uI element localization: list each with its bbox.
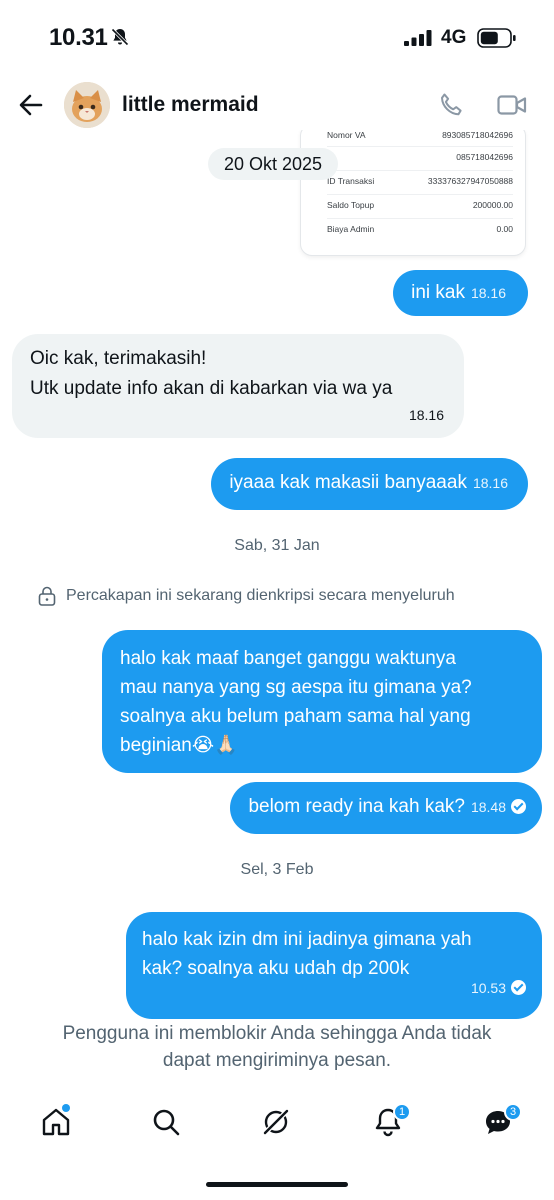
messages-badge: 3 <box>504 1103 522 1121</box>
message-text: halo kak maaf banget ganggu waktunya <box>120 648 456 669</box>
message-time: 10.53 <box>470 980 506 996</box>
phone-icon[interactable] <box>438 92 464 118</box>
read-receipt-icon <box>511 980 526 995</box>
conversation-title[interactable]: little mermaid <box>122 93 259 117</box>
day-separator: Sel, 3 Feb <box>240 861 314 878</box>
status-bar: 10.31 4G <box>0 0 554 72</box>
shared-receipt-image[interactable]: Nomor VA 893085718042696 085718042696 ID … <box>300 130 526 256</box>
video-camera-icon[interactable] <box>497 94 527 116</box>
message-time: 18.48 <box>470 799 506 815</box>
incoming-message[interactable]: Oic kak, terimakasih! Utk update info ak… <box>12 334 464 438</box>
day-separator: Sab, 31 Jan <box>234 537 320 554</box>
receipt-value: 085718042696 <box>456 152 513 162</box>
receipt-value: 200000.00 <box>472 200 513 210</box>
outgoing-message[interactable]: ini kak 18.16 <box>393 270 528 316</box>
message-text: soalnya aku belum paham sama hal yang <box>120 706 471 727</box>
message-text: belom ready ina kah kak? <box>248 796 465 817</box>
avatar[interactable] <box>64 82 110 128</box>
bottom-navigation: 1 3 <box>0 1094 554 1158</box>
message-text: Utk update info akan di kabarkan via wa … <box>30 378 393 399</box>
receipt-label: Biaya Admin <box>327 224 375 234</box>
message-text: beginian😭🙏🏻 <box>120 735 238 756</box>
encryption-notice: Percakapan ini sekarang dienkripsi secar… <box>38 586 455 606</box>
date-chip: 20 Okt 2025 <box>208 148 338 180</box>
encryption-text: Percakapan ini sekarang dienkripsi secar… <box>66 587 455 604</box>
receipt-label: Nomor VA <box>327 130 366 140</box>
outgoing-message[interactable]: belom ready ina kah kak? 18.48 <box>230 782 542 834</box>
network-type: 4G <box>441 27 467 48</box>
message-text: Oic kak, terimakasih! <box>30 348 207 369</box>
status-time: 10.31 <box>49 24 108 51</box>
message-text: mau nanya yang sg aespa itu gimana ya? <box>120 677 472 698</box>
bell-muted-icon <box>111 28 129 46</box>
message-time: 18.16 <box>472 475 508 491</box>
lock-icon <box>38 586 56 606</box>
search-icon[interactable] <box>150 1106 182 1138</box>
receipt-label: ID Transaksi <box>327 176 375 186</box>
home-indicator[interactable] <box>206 1182 348 1187</box>
message-meta: 10.53 <box>465 973 526 1003</box>
message-time: 18.16 <box>470 285 506 301</box>
receipt-value: 333376327947050888 <box>427 176 513 186</box>
read-receipt-icon <box>511 799 526 814</box>
message-time: 18.16 <box>408 407 444 423</box>
outgoing-message[interactable]: halo kak izin dm ini jadinya gimana yah … <box>126 912 542 1019</box>
signal-icon <box>404 30 432 46</box>
receipt-value: 0.00 <box>496 224 513 234</box>
message-text: kak? soalnya aku udah dp 200k <box>142 958 410 979</box>
blocked-text: dapat mengiriminya pesan. <box>162 1050 392 1071</box>
blocked-text: Pengguna ini memblokir Anda sehingga And… <box>62 1023 492 1044</box>
battery-icon <box>477 28 516 48</box>
notifications-badge: 1 <box>393 1103 411 1121</box>
message-text: ini kak <box>411 282 465 303</box>
grok-icon[interactable] <box>260 1106 292 1138</box>
conversation-header: little mermaid <box>0 72 554 138</box>
receipt-value: 893085718042696 <box>442 130 513 140</box>
arrow-left-icon[interactable] <box>18 92 44 118</box>
message-list[interactable]: Nomor VA 893085718042696 085718042696 ID … <box>0 130 554 1080</box>
message-text: halo kak izin dm ini jadinya gimana yah <box>142 929 472 950</box>
outgoing-message[interactable]: halo kak maaf banget ganggu waktunya mau… <box>102 630 542 773</box>
outgoing-message[interactable]: iyaaa kak makasii banyaaak 18.16 <box>211 458 528 510</box>
receipt-label: Saldo Topup <box>327 200 375 210</box>
home-new-dot <box>62 1104 70 1112</box>
blocked-notice: Pengguna ini memblokir Anda sehingga And… <box>0 1020 554 1074</box>
message-text: iyaaa kak makasii banyaaak <box>229 472 467 493</box>
